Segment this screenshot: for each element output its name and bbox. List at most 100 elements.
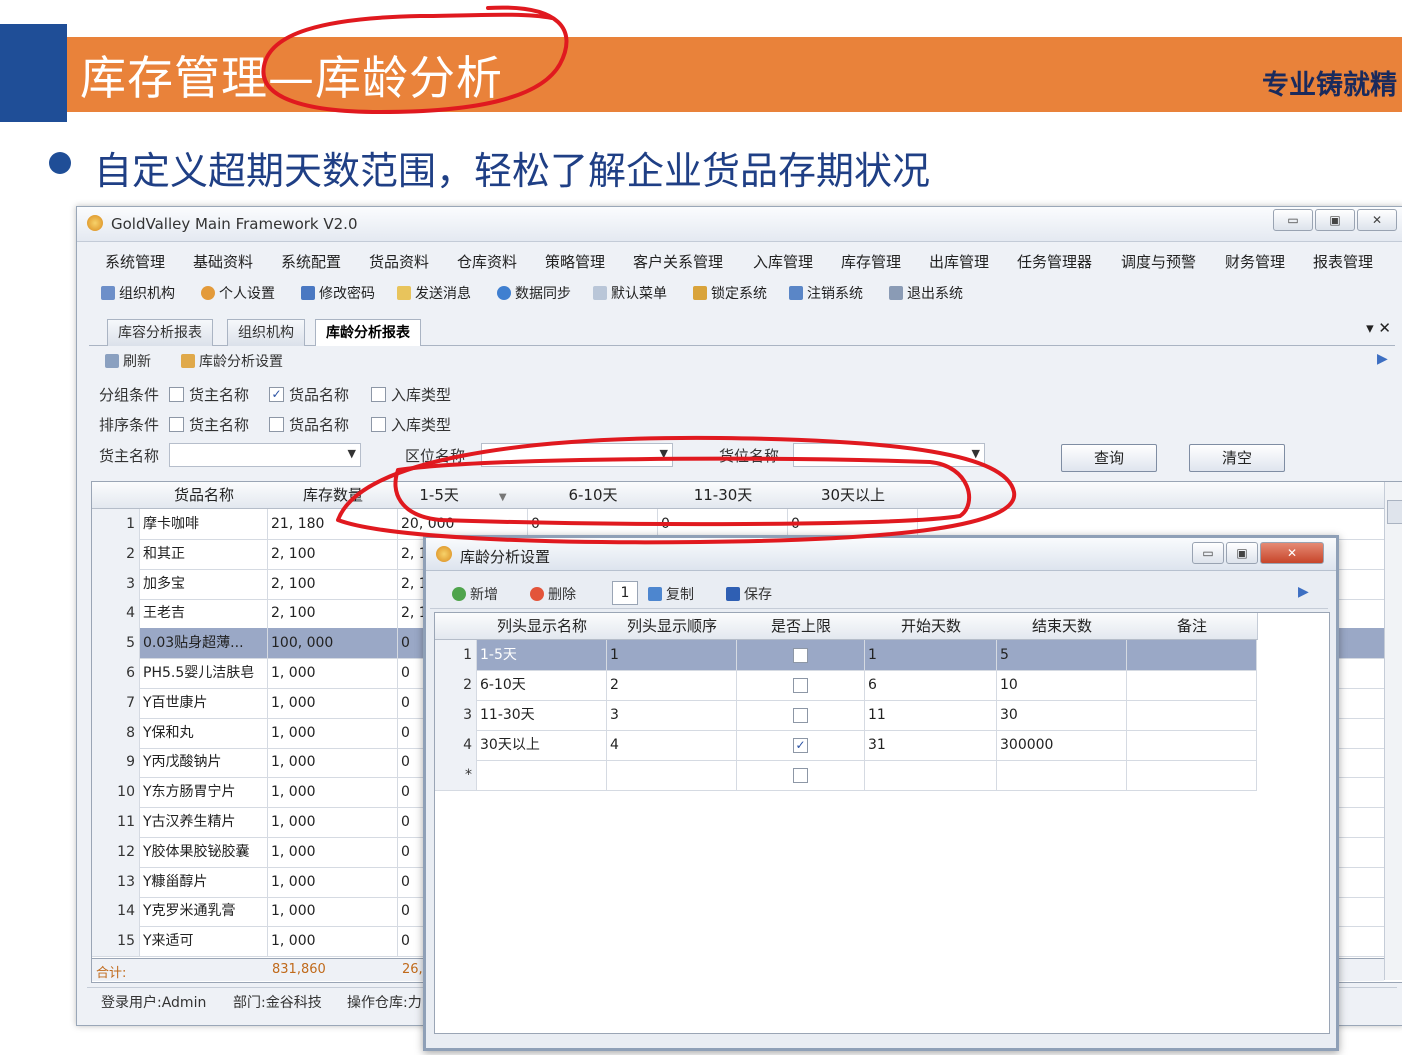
group-inbound-checkbox[interactable] bbox=[371, 387, 386, 402]
menu-inbound[interactable]: 入库管理 bbox=[753, 251, 813, 272]
cell-header-order[interactable]: 3 bbox=[607, 700, 737, 730]
cell-header-order[interactable]: 4 bbox=[607, 730, 737, 760]
cell-upper-limit[interactable]: ✓ bbox=[737, 730, 865, 760]
slot-select[interactable]: ▼ bbox=[793, 443, 985, 467]
toolbar-message[interactable]: 发送消息 bbox=[397, 283, 471, 303]
toolbar-exit[interactable]: 退出系统 bbox=[889, 283, 963, 303]
cell-upper-limit[interactable] bbox=[737, 760, 865, 790]
col-note[interactable]: 备注 bbox=[1127, 613, 1258, 640]
cell-header-name[interactable]: 30天以上 bbox=[477, 730, 607, 760]
menu-reports[interactable]: 报表管理 bbox=[1313, 251, 1373, 272]
dialog-close-button[interactable]: ✕ bbox=[1260, 542, 1324, 564]
col-11-30-days[interactable]: 11-30天 bbox=[658, 482, 789, 509]
table-row[interactable]: 2 6-10天 2 6 10 bbox=[435, 670, 1257, 701]
cell-header-order[interactable]: 1 bbox=[607, 640, 737, 670]
cell-end-days[interactable]: 300000 bbox=[997, 730, 1127, 760]
menu-crm[interactable]: 客户关系管理 bbox=[633, 251, 723, 272]
menu-basic-data[interactable]: 基础资料 bbox=[193, 251, 253, 272]
maximize-button[interactable]: ▣ bbox=[1315, 209, 1355, 231]
cell-note[interactable] bbox=[1127, 640, 1257, 670]
col-6-10-days[interactable]: 6-10天 bbox=[528, 482, 659, 509]
cell-start-days[interactable]: 1 bbox=[865, 640, 997, 670]
owner-select[interactable]: ▼ bbox=[169, 443, 361, 467]
toolbar-sync[interactable]: 数据同步 bbox=[497, 283, 571, 303]
tab-capacity-report[interactable]: 库容分析报表 bbox=[107, 319, 213, 346]
cell-start-days[interactable]: 31 bbox=[865, 730, 997, 760]
tab-close-controls[interactable]: ▾ ✕ bbox=[1366, 319, 1391, 337]
cell-upper-limit[interactable] bbox=[737, 670, 865, 700]
group-owner-checkbox[interactable] bbox=[169, 387, 184, 402]
age-settings-button[interactable]: 库龄分析设置 bbox=[181, 351, 283, 371]
scrollbar-thumb[interactable] bbox=[1387, 500, 1402, 524]
expand-arrow-icon[interactable]: ▶ bbox=[1377, 351, 1388, 367]
col-stock-qty[interactable]: 库存数量 bbox=[268, 482, 399, 509]
table-row[interactable]: 4 30天以上 4 ✓ 31 300000 bbox=[435, 730, 1257, 761]
cell-end-days[interactable]: 10 bbox=[997, 670, 1127, 700]
group-goods-checkbox[interactable]: ✓ bbox=[269, 387, 284, 402]
cell-note[interactable] bbox=[1127, 670, 1257, 700]
cell-end-days[interactable]: 5 bbox=[997, 640, 1127, 670]
menu-task-manager[interactable]: 任务管理器 bbox=[1017, 251, 1092, 272]
upper-limit-checkbox[interactable] bbox=[793, 768, 808, 783]
save-button[interactable]: 保存 bbox=[726, 584, 772, 604]
menu-dispatch-alert[interactable]: 调度与预警 bbox=[1121, 251, 1196, 272]
menu-system-config[interactable]: 系统配置 bbox=[281, 251, 341, 272]
cell-header-name[interactable]: 6-10天 bbox=[477, 670, 607, 700]
delete-button[interactable]: 删除 bbox=[530, 584, 576, 604]
toolbar-personal[interactable]: 个人设置 bbox=[201, 283, 275, 303]
sort-owner-checkbox[interactable] bbox=[169, 417, 184, 432]
toolbar-password[interactable]: 修改密码 bbox=[301, 283, 375, 303]
cell-upper-limit[interactable] bbox=[737, 700, 865, 730]
add-button[interactable]: 新增 bbox=[452, 584, 498, 604]
cell-note[interactable] bbox=[1127, 700, 1257, 730]
upper-limit-checkbox[interactable]: ✓ bbox=[793, 738, 808, 753]
toolbar-lock[interactable]: 锁定系统 bbox=[693, 283, 767, 303]
menu-inventory[interactable]: 库存管理 bbox=[841, 251, 901, 272]
cell-end-days[interactable]: 30 bbox=[997, 700, 1127, 730]
upper-limit-checkbox[interactable] bbox=[793, 648, 808, 663]
upper-limit-checkbox[interactable] bbox=[793, 708, 808, 723]
tab-age-report[interactable]: 库龄分析报表 bbox=[315, 319, 421, 346]
tab-org[interactable]: 组织机构 bbox=[227, 319, 305, 346]
cell-header-name[interactable] bbox=[477, 760, 607, 790]
minimize-button[interactable]: ▭ bbox=[1273, 209, 1313, 231]
query-button[interactable]: 查询 bbox=[1061, 444, 1157, 472]
cell-note[interactable] bbox=[1127, 730, 1257, 760]
expand-arrow-icon[interactable]: ▶ bbox=[1298, 584, 1309, 600]
cell-note[interactable] bbox=[1127, 760, 1257, 790]
sort-inbound-checkbox[interactable] bbox=[371, 417, 386, 432]
cell-start-days[interactable]: 6 bbox=[865, 670, 997, 700]
menu-strategy[interactable]: 策略管理 bbox=[545, 251, 605, 272]
menu-system[interactable]: 系统管理 bbox=[105, 251, 165, 272]
upper-limit-checkbox[interactable] bbox=[793, 678, 808, 693]
col-over-30-days[interactable]: 30天以上 bbox=[788, 482, 919, 509]
menu-outbound[interactable]: 出库管理 bbox=[929, 251, 989, 272]
menu-goods-data[interactable]: 货品资料 bbox=[369, 251, 429, 272]
col-end-days[interactable]: 结束天数 bbox=[997, 613, 1128, 640]
zone-select[interactable]: ▼ bbox=[481, 443, 673, 467]
toolbar-org[interactable]: 组织机构 bbox=[101, 283, 175, 303]
table-row[interactable]: 1 1-5天 1 1 5 bbox=[435, 640, 1257, 671]
toolbar-default-menu[interactable]: 默认菜单 bbox=[593, 283, 667, 303]
toolbar-logout[interactable]: 注销系统 bbox=[789, 283, 863, 303]
col-header-order[interactable]: 列头显示顺序 bbox=[607, 613, 738, 640]
page-number-input[interactable]: 1 bbox=[612, 581, 638, 605]
cell-start-days[interactable]: 11 bbox=[865, 700, 997, 730]
cell-header-name[interactable]: 1-5天 bbox=[477, 640, 607, 670]
table-row[interactable]: 3 11-30天 3 11 30 bbox=[435, 700, 1257, 731]
dialog-maximize-button[interactable]: ▣ bbox=[1226, 542, 1258, 564]
cell-end-days[interactable] bbox=[997, 760, 1127, 790]
sort-goods-checkbox[interactable] bbox=[269, 417, 284, 432]
col-goods-name[interactable]: 货品名称 bbox=[140, 482, 269, 509]
dialog-minimize-button[interactable]: ▭ bbox=[1192, 542, 1224, 564]
cell-start-days[interactable] bbox=[865, 760, 997, 790]
cell-upper-limit[interactable] bbox=[737, 640, 865, 670]
col-header-name[interactable]: 列头显示名称 bbox=[477, 613, 608, 640]
new-row[interactable]: * bbox=[435, 760, 1257, 791]
cell-header-name[interactable]: 11-30天 bbox=[477, 700, 607, 730]
menu-warehouse-data[interactable]: 仓库资料 bbox=[457, 251, 517, 272]
cell-header-order[interactable] bbox=[607, 760, 737, 790]
col-1-5-days[interactable]: 1-5天 ▼ bbox=[398, 482, 529, 509]
refresh-button[interactable]: 刷新 bbox=[105, 351, 151, 371]
col-upper-limit[interactable]: 是否上限 bbox=[737, 613, 866, 640]
